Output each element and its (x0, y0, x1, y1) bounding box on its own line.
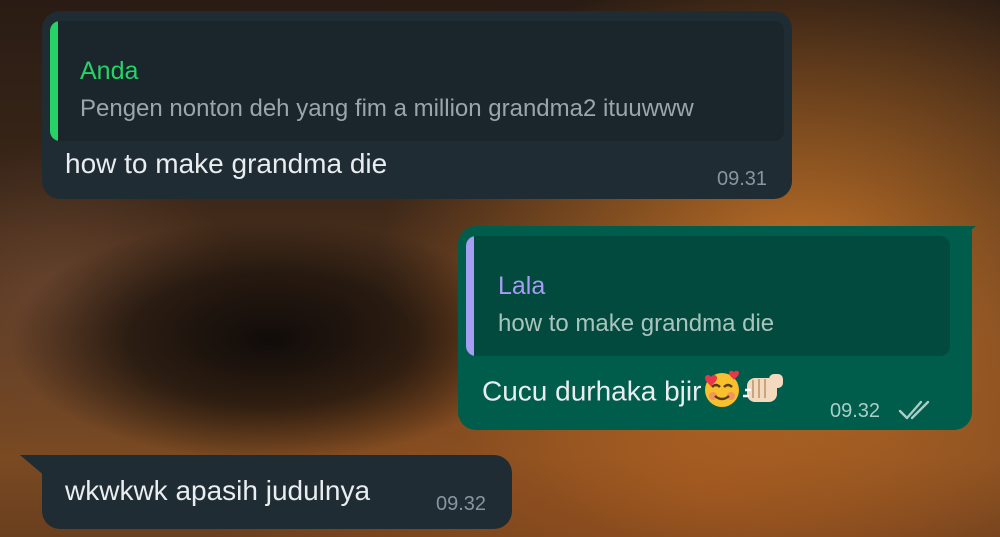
message-text: how to make grandma die (65, 148, 388, 179)
quote-text: Pengen nonton deh yang fim a million gra… (80, 95, 694, 122)
message-text: Cucu durhaka bjir (482, 375, 702, 407)
message-text: wkwkwk apasih judulnya (65, 475, 371, 506)
double-check-icon (898, 400, 930, 420)
message-text-row: Cucu durhaka bjir (482, 368, 787, 418)
punch-fist-icon (743, 368, 787, 418)
message-bubble-outgoing[interactable]: Lala how to make grandma die Cucu durhak… (458, 226, 972, 430)
quote-accent-bar (466, 236, 474, 356)
quote-accent-bar (50, 21, 58, 141)
quoted-message[interactable]: Anda Pengen nonton deh yang fim a millio… (50, 21, 784, 141)
quote-author: Lala (498, 272, 546, 300)
message-bubble-incoming[interactable]: Anda Pengen nonton deh yang fim a millio… (42, 11, 792, 199)
message-bubble-incoming[interactable]: wkwkwk apasih judulnya 09.32 (42, 455, 512, 529)
chat-area[interactable]: Anda Pengen nonton deh yang fim a millio… (0, 0, 1000, 537)
quote-author: Anda (80, 57, 139, 85)
quoted-message[interactable]: Lala how to make grandma die (466, 236, 950, 356)
message-time: 09.32 (830, 400, 881, 422)
smiling-face-with-hearts-icon (701, 368, 743, 418)
quote-text: how to make grandma die (498, 310, 775, 337)
message-time: 09.32 (436, 493, 487, 515)
message-time: 09.31 (717, 168, 768, 190)
